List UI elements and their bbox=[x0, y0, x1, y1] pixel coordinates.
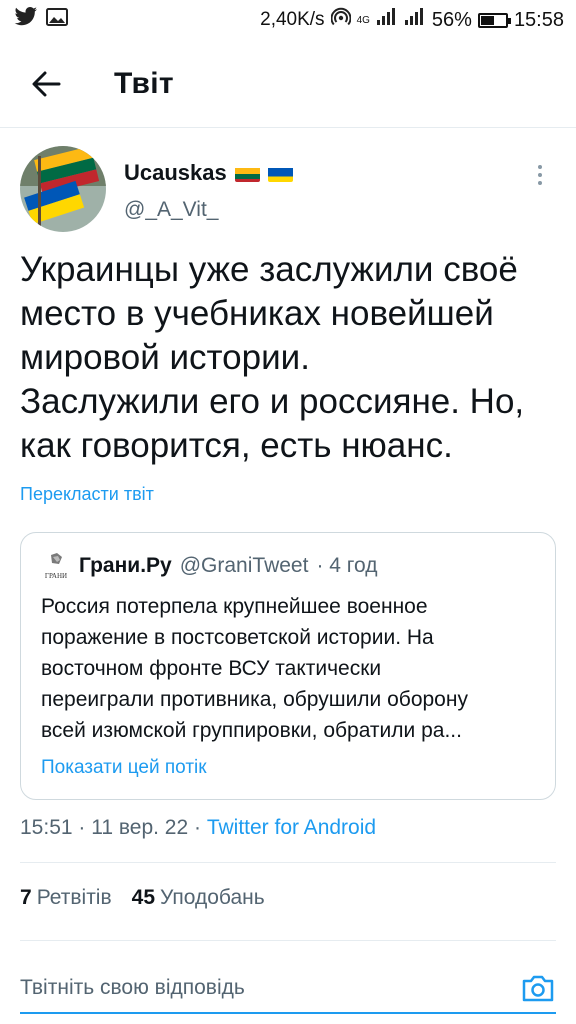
quoted-text-line: Россия потерпела крупнейшее военное bbox=[41, 595, 428, 618]
tweet-timestamp: 15:51 · 11 вер. 22 · Twitter for Android bbox=[20, 816, 376, 840]
divider bbox=[20, 940, 556, 941]
tweet-stats: 7 Ретвітів 45 Уподобань bbox=[20, 886, 265, 910]
ukraine-flag-icon bbox=[267, 165, 293, 182]
avatar[interactable] bbox=[20, 146, 106, 232]
battery-percent: 56% bbox=[431, 8, 472, 31]
tweet-text-line: место в учебниках новейшей bbox=[20, 294, 494, 333]
status-bar: 2,40K/s 4G 56% 15:58 bbox=[0, 0, 576, 40]
tweet-source-link[interactable]: Twitter for Android bbox=[207, 816, 376, 839]
quoted-text-line: поражение в постсоветской истории. На bbox=[41, 626, 434, 649]
more-dot-icon bbox=[538, 181, 542, 185]
author-name[interactable]: Ucauskas bbox=[124, 160, 293, 186]
likes-label: Уподобань bbox=[160, 886, 265, 909]
translate-tweet-link[interactable]: Перекласти твіт bbox=[20, 484, 154, 505]
reply-input-underline bbox=[20, 1012, 556, 1014]
grani-logo-icon: ГРАНИ bbox=[41, 551, 71, 581]
quoted-text-line: восточном фронте ВСУ тактически bbox=[41, 657, 382, 680]
signal-sim1-icon bbox=[376, 8, 398, 32]
author-name-text: Ucauskas bbox=[124, 160, 227, 185]
quoted-tweet-text: Россия потерпела крупнейшее военное пора… bbox=[41, 591, 541, 746]
camera-icon bbox=[522, 975, 554, 1002]
show-thread-link[interactable]: Показати цей потік bbox=[41, 757, 207, 779]
tweet-text-line: Украинцы уже заслужили своё bbox=[20, 250, 518, 289]
quoted-tweet-time: · 4 год bbox=[316, 554, 378, 577]
retweets-count: 7 bbox=[20, 886, 32, 909]
camera-button[interactable] bbox=[520, 970, 556, 1006]
grani-logo-text: ГРАНИ bbox=[45, 572, 67, 580]
quoted-text-line: всей изюмской группировки, обратили ра..… bbox=[41, 719, 462, 742]
retweets-label: Ретвітів bbox=[36, 886, 112, 909]
more-options-button[interactable] bbox=[528, 160, 552, 190]
more-dot-icon bbox=[538, 165, 542, 169]
more-dot-icon bbox=[538, 173, 542, 177]
tweet-author: Ucauskas @_A_Vit_ bbox=[20, 146, 556, 236]
tweet-text: Украинцы уже заслужили своё место в учеб… bbox=[20, 248, 556, 468]
network-speed: 2,40K/s bbox=[260, 9, 325, 30]
back-arrow-icon bbox=[32, 71, 61, 96]
battery-icon bbox=[477, 12, 511, 28]
reply-input[interactable]: Твітніть свою відповідь bbox=[20, 976, 245, 1000]
lithuania-flag-icon bbox=[234, 165, 260, 182]
quoted-tweet[interactable]: ГРАНИ Грани.Ру @GraniTweet · 4 год Росси… bbox=[20, 532, 556, 800]
quoted-author-name: Грани.Ру bbox=[79, 554, 172, 577]
quoted-author-handle: @GraniTweet bbox=[179, 554, 309, 577]
retweets-stat[interactable]: 7 Ретвітів bbox=[20, 886, 112, 910]
tweet-text-line: Заслужили его и россияне. Но, bbox=[20, 382, 525, 421]
quoted-text-line: переиграли противника, обрушили оборону bbox=[41, 688, 468, 711]
twitter-notification-icon bbox=[14, 7, 38, 33]
page-title: Твіт bbox=[114, 66, 174, 100]
back-button[interactable] bbox=[14, 52, 78, 116]
signal-sim2-icon bbox=[404, 8, 426, 32]
author-handle[interactable]: @_A_Vit_ bbox=[124, 198, 219, 222]
app-bar: Твіт bbox=[0, 40, 576, 128]
divider bbox=[20, 862, 556, 863]
quoted-tweet-header: ГРАНИ Грани.Ру @GraniTweet · 4 год bbox=[41, 551, 377, 581]
tweet-text-line: мировой истории. bbox=[20, 338, 310, 377]
clock: 15:58 bbox=[513, 8, 564, 31]
likes-count: 45 bbox=[131, 886, 155, 909]
hotspot-icon bbox=[330, 7, 352, 33]
reply-composer[interactable]: Твітніть свою відповідь bbox=[20, 964, 556, 1012]
tweet-text-line: как говорится, есть нюанс. bbox=[20, 426, 453, 465]
likes-stat[interactable]: 45 Уподобань bbox=[132, 886, 265, 910]
tweet-datetime: 15:51 · 11 вер. 22 · bbox=[20, 816, 207, 839]
network-type-label: 4G bbox=[356, 14, 370, 26]
image-notification-icon bbox=[46, 8, 68, 32]
